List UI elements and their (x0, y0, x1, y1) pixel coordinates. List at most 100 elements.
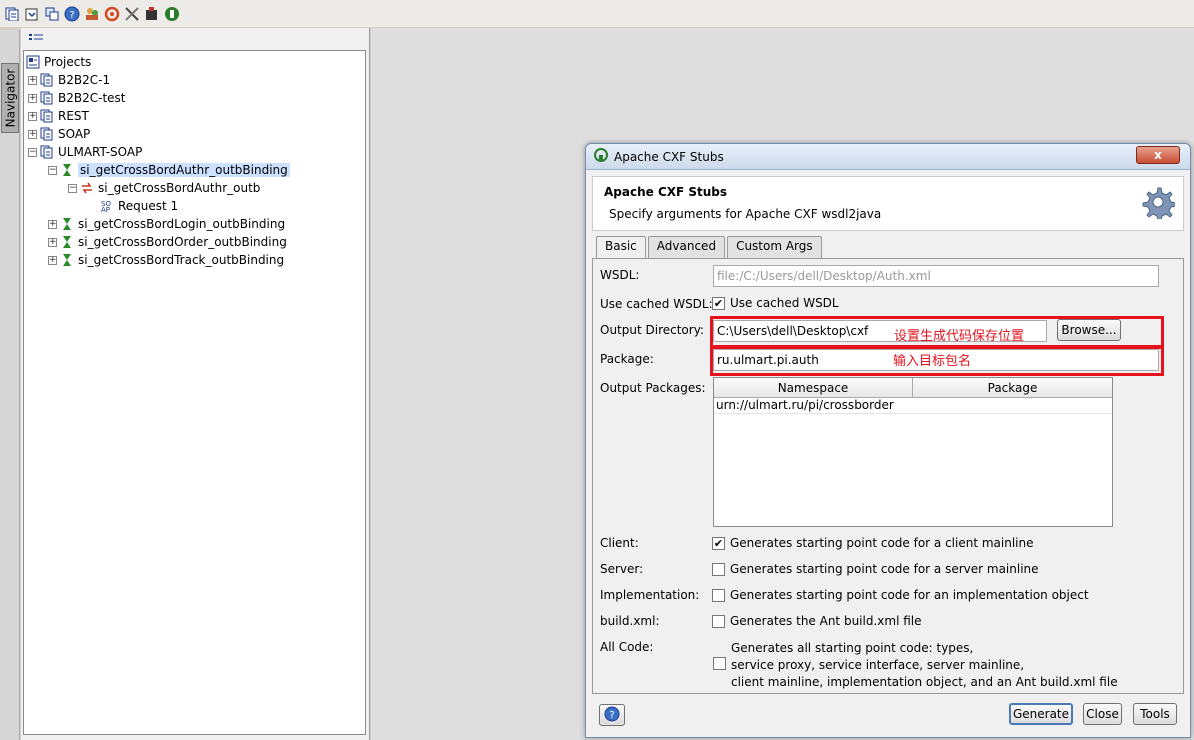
wsdl-field[interactable]: file:/C:/Users/dell/Desktop/Auth.xml (713, 265, 1159, 287)
collapse-icon[interactable]: − (68, 183, 77, 193)
list-view-icon[interactable] (29, 32, 43, 46)
tree-item-interface[interactable]: + si_getCrossBordOrder_outbBinding (48, 233, 287, 251)
all-code-label: All Code: (600, 640, 654, 654)
client-label: Client: (600, 536, 639, 550)
package-cell[interactable] (913, 398, 1112, 413)
tree-item-project[interactable]: + SOAP (28, 125, 90, 143)
svg-text:?: ? (69, 10, 74, 21)
output-packages-table[interactable]: Namespace Package urn://ulmart.ru/pi/cro… (713, 377, 1113, 527)
build-xml-checkbox[interactable] (712, 614, 725, 628)
expand-icon[interactable]: + (48, 237, 57, 247)
table-row[interactable]: urn://ulmart.ru/pi/crossborder (714, 398, 1112, 414)
server-checkbox[interactable] (712, 562, 725, 576)
interface-icon (60, 217, 74, 231)
project-icon (40, 73, 54, 87)
interface-icon (60, 235, 74, 249)
expand-icon[interactable]: + (48, 255, 57, 265)
generate-button[interactable]: Generate (1009, 703, 1073, 725)
navigator-header (21, 28, 369, 50)
tree-root-projects[interactable]: Projects (26, 53, 91, 71)
tab-basic[interactable]: Basic (596, 236, 646, 259)
svg-text:?: ? (609, 710, 614, 721)
tree-item-operation[interactable]: − si_getCrossBordAuthr_outb (68, 179, 260, 197)
column-header-namespace[interactable]: Namespace (714, 378, 913, 397)
project-tree[interactable]: Projects + B2B2C-1 + B2B2C-test + REST +… (23, 50, 366, 735)
implementation-label: Implementation: (600, 588, 700, 602)
svg-text:AP: AP (101, 206, 110, 213)
cached-wsdl-checkbox[interactable]: ✔ (712, 296, 725, 310)
operation-icon (80, 181, 94, 195)
tree-item-project[interactable]: + B2B2C-1 (28, 71, 110, 89)
table-header: Namespace Package (714, 378, 1112, 398)
help-icon: ? (604, 706, 620, 725)
project-icon (40, 127, 54, 141)
help-button[interactable]: ? (599, 704, 625, 726)
tab-advanced[interactable]: Advanced (647, 236, 726, 258)
client-row: ✔ Generates starting point code for a cl… (712, 536, 1034, 550)
build-xml-row: Generates the Ant build.xml file (712, 614, 922, 628)
navigator-tab[interactable]: Navigator (1, 63, 19, 133)
column-header-package[interactable]: Package (913, 378, 1112, 397)
refresh-icon[interactable] (103, 5, 120, 22)
expand-icon[interactable]: + (28, 129, 37, 139)
tools-button[interactable]: Tools (1133, 703, 1177, 725)
output-dir-label: Output Directory: (600, 323, 704, 337)
gear-icon (1141, 185, 1177, 222)
soapui-icon (594, 148, 608, 165)
interface-icon (60, 253, 74, 267)
cached-wsdl-row: ✔ Use cached WSDL (712, 296, 839, 310)
project-icon (40, 91, 54, 105)
dialog-header-subtitle: Specify arguments for Apache CXF wsdl2ja… (609, 207, 882, 221)
collapse-icon[interactable]: − (48, 165, 57, 175)
cxf-stubs-dialog: Apache CXF Stubs x Apache CXF Stubs Spec… (585, 143, 1191, 738)
help-icon[interactable]: ? (63, 5, 80, 22)
community-icon[interactable] (83, 5, 100, 22)
implementation-row: Generates starting point code for an imp… (712, 588, 1089, 602)
expand-icon[interactable]: + (28, 93, 37, 103)
tree-item-project[interactable]: − ULMART-SOAP (28, 143, 142, 161)
tree-item-request[interactable]: SO AP Request 1 (100, 197, 178, 215)
dialog-titlebar[interactable]: Apache CXF Stubs (586, 144, 1190, 170)
main-toolbar: ? (0, 0, 1194, 27)
close-button[interactable]: Close (1083, 703, 1122, 725)
request-icon: SO AP (100, 199, 114, 213)
package-label: Package: (600, 352, 654, 366)
tree-item-interface[interactable]: − si_getCrossBordAuthr_outbBinding (48, 161, 290, 179)
dialog-tabs: Basic Advanced Custom Args (596, 236, 824, 259)
expand-icon[interactable]: + (48, 219, 57, 229)
plugin-icon[interactable] (143, 5, 160, 22)
highlight-box (710, 346, 1164, 376)
wsdl-label: WSDL: (600, 268, 640, 282)
implementation-checkbox[interactable] (712, 588, 725, 602)
cached-wsdl-label: Use cached WSDL: (600, 297, 713, 311)
window-close-button[interactable]: x (1136, 146, 1180, 164)
projects-icon (26, 55, 40, 69)
preferences-icon[interactable] (43, 5, 60, 22)
tree-item-project[interactable]: + B2B2C-test (28, 89, 126, 107)
expand-icon[interactable]: + (28, 111, 37, 121)
all-code-checkbox[interactable] (713, 657, 726, 670)
dialog-header-title: Apache CXF Stubs (604, 185, 728, 199)
navigator-panel: Projects + B2B2C-1 + B2B2C-test + REST +… (21, 28, 370, 740)
build-xml-label: build.xml: (600, 614, 660, 628)
namespace-cell[interactable]: urn://ulmart.ru/pi/crossborder (714, 398, 913, 413)
side-tab-bar: Navigator (0, 30, 20, 740)
dialog-header: Apache CXF Stubs Specify arguments for A… (592, 176, 1184, 231)
import-icon[interactable] (23, 5, 40, 22)
highlight-box (710, 316, 1164, 348)
all-code-description: Generates all starting point code: types… (731, 641, 1118, 689)
project-icon (40, 145, 54, 159)
new-project-icon[interactable] (3, 5, 20, 22)
tree-item-project[interactable]: + REST (28, 107, 89, 125)
soapui-icon[interactable] (163, 5, 180, 22)
collapse-icon[interactable]: − (28, 147, 37, 157)
client-checkbox[interactable]: ✔ (712, 536, 725, 550)
server-label: Server: (600, 562, 644, 576)
tools-icon[interactable] (123, 5, 140, 22)
expand-icon[interactable]: + (28, 75, 37, 85)
tree-item-interface[interactable]: + si_getCrossBordLogin_outbBinding (48, 215, 285, 233)
tab-custom-args[interactable]: Custom Args (727, 236, 822, 258)
tree-item-interface[interactable]: + si_getCrossBordTrack_outbBinding (48, 251, 284, 269)
interface-icon (60, 163, 74, 177)
server-row: Generates starting point code for a serv… (712, 562, 1039, 576)
